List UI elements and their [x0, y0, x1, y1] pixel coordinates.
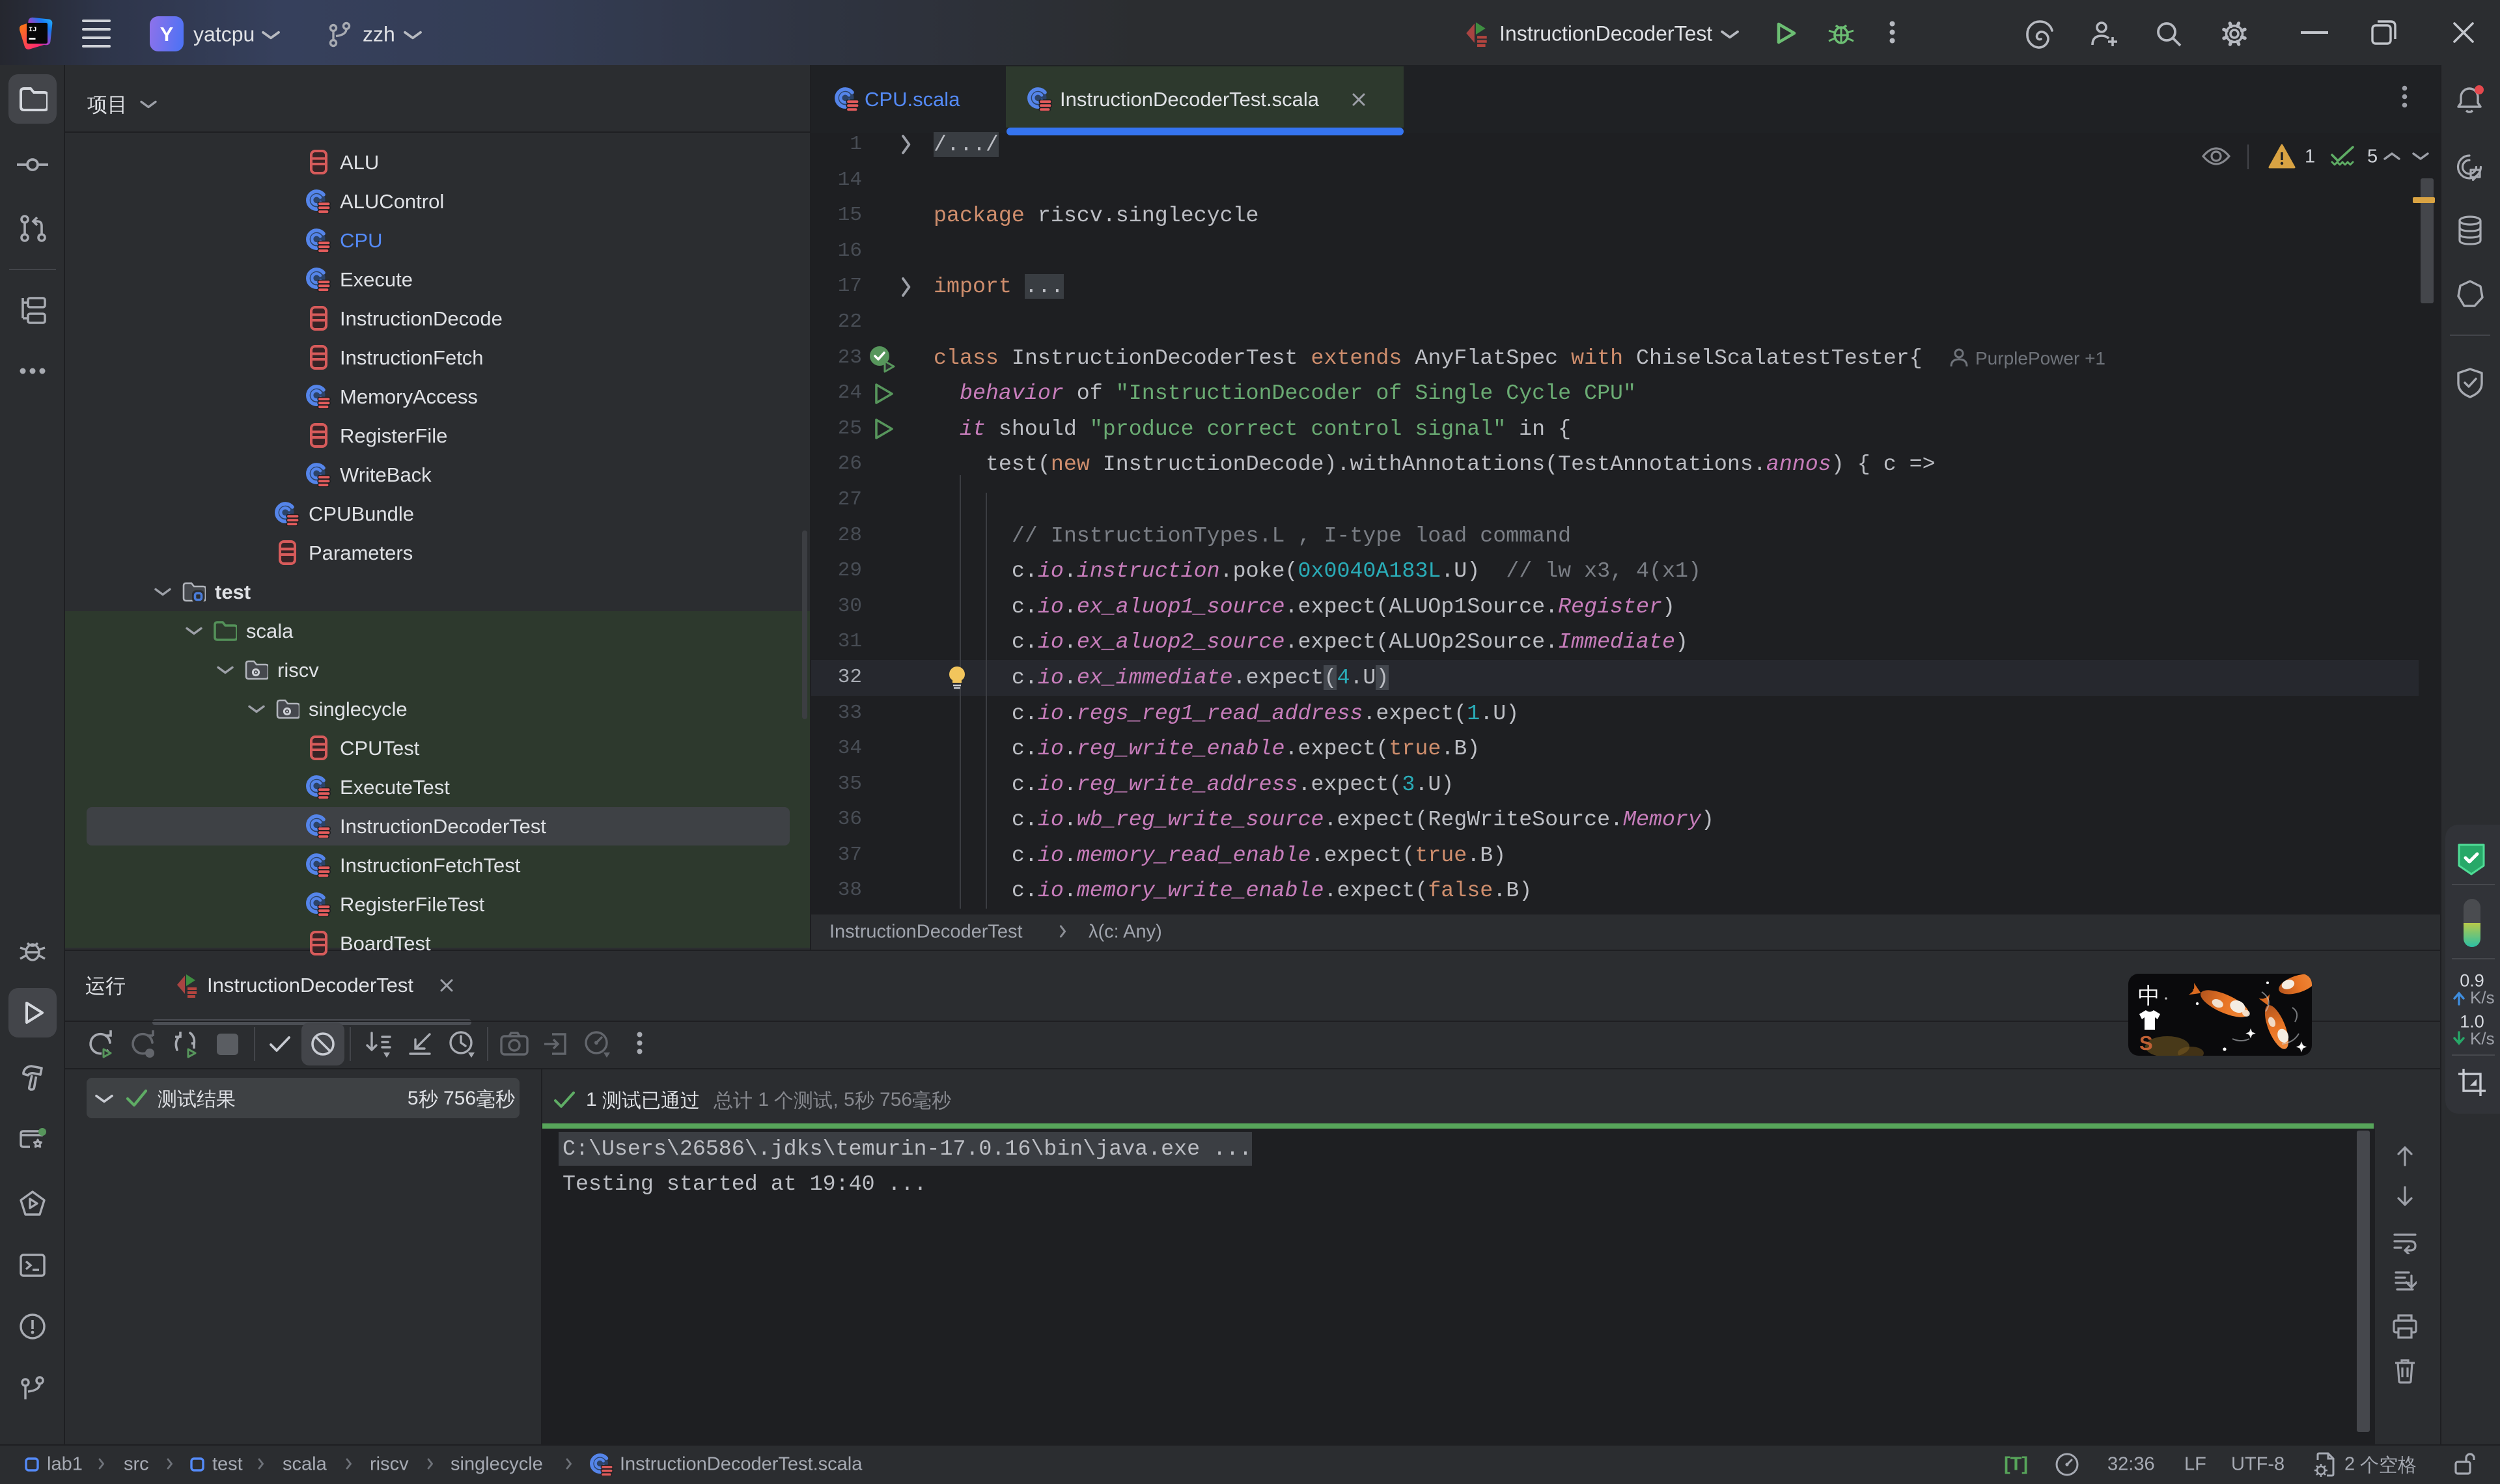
svg-text:IJ: IJ [29, 26, 37, 34]
